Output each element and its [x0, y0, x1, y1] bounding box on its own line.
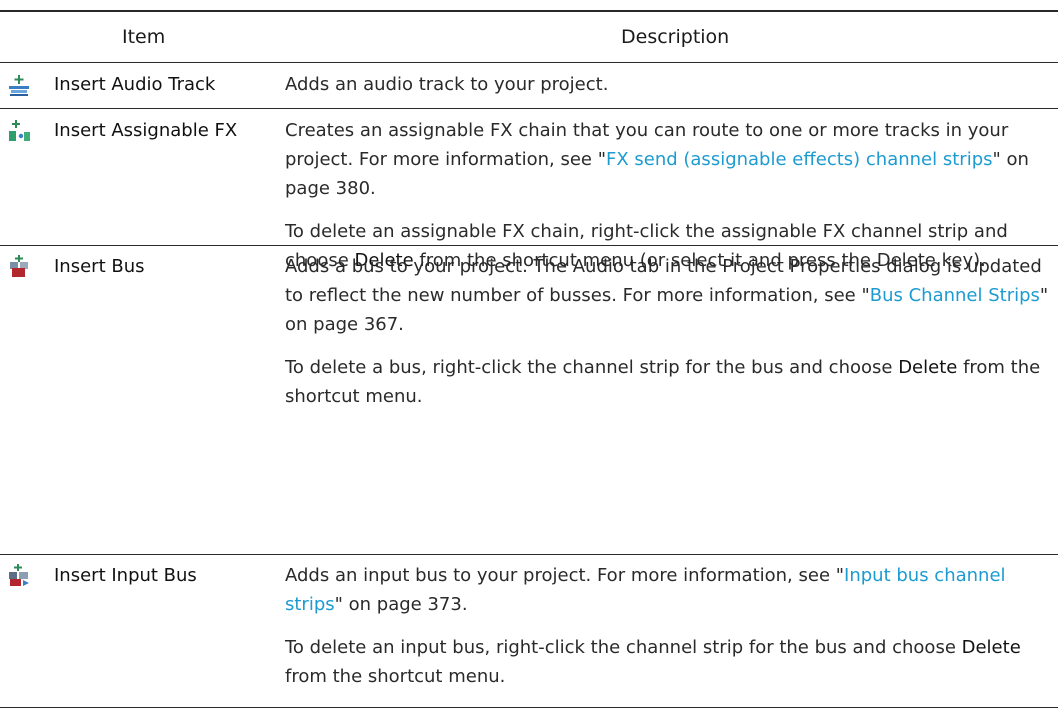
item-name: Insert Assignable FX: [54, 120, 238, 141]
insert-assignable-fx-icon: [9, 120, 30, 141]
column-header-item: Item: [122, 26, 166, 48]
delete-command-term: Delete: [898, 357, 958, 378]
bus-channel-strips-link[interactable]: Bus Channel Strips: [870, 285, 1040, 306]
text-fragment: " on page 373.: [334, 594, 468, 615]
insert-bus-icon: [10, 255, 28, 277]
text-fragment: from the shortcut menu.: [285, 666, 506, 687]
description-paragraph: Adds an input bus to your project. For m…: [285, 561, 1055, 619]
insert-audio-track-icon: [9, 75, 29, 96]
item-description: Adds a bus to your project. The Audio ta…: [285, 252, 1055, 411]
description-paragraph: Creates an assignable FX chain that you …: [285, 116, 1055, 203]
description-paragraph: Adds an audio track to your project.: [285, 74, 609, 95]
row-rule: [0, 108, 1058, 109]
delete-command-term: Delete: [961, 637, 1021, 658]
row-rule: [0, 554, 1058, 555]
description-paragraph: Adds a bus to your project. The Audio ta…: [285, 252, 1055, 339]
item-name: Insert Input Bus: [54, 565, 197, 586]
item-name: Insert Audio Track: [54, 74, 216, 95]
item-description: Adds an audio track to your project.: [285, 70, 1055, 99]
column-header-description: Description: [621, 26, 730, 48]
insert-input-bus-icon: [9, 564, 29, 586]
table-bottom-rule: [0, 707, 1058, 708]
item-name: Insert Bus: [54, 256, 145, 277]
header-rule: [0, 62, 1058, 63]
table-top-rule: [0, 10, 1058, 12]
description-paragraph: To delete a bus, right-click the channel…: [285, 353, 1055, 411]
fx-send-channel-strips-link[interactable]: FX send (assignable effects) channel str…: [606, 149, 993, 170]
text-fragment: Adds an input bus to your project. For m…: [285, 565, 845, 586]
text-fragment: To delete a bus, right-click the channel…: [285, 357, 899, 378]
text-fragment: To delete an input bus, right-click the …: [285, 637, 962, 658]
item-description: Adds an input bus to your project. For m…: [285, 561, 1055, 691]
description-paragraph: To delete an input bus, right-click the …: [285, 633, 1055, 691]
row-rule: [0, 245, 1058, 246]
